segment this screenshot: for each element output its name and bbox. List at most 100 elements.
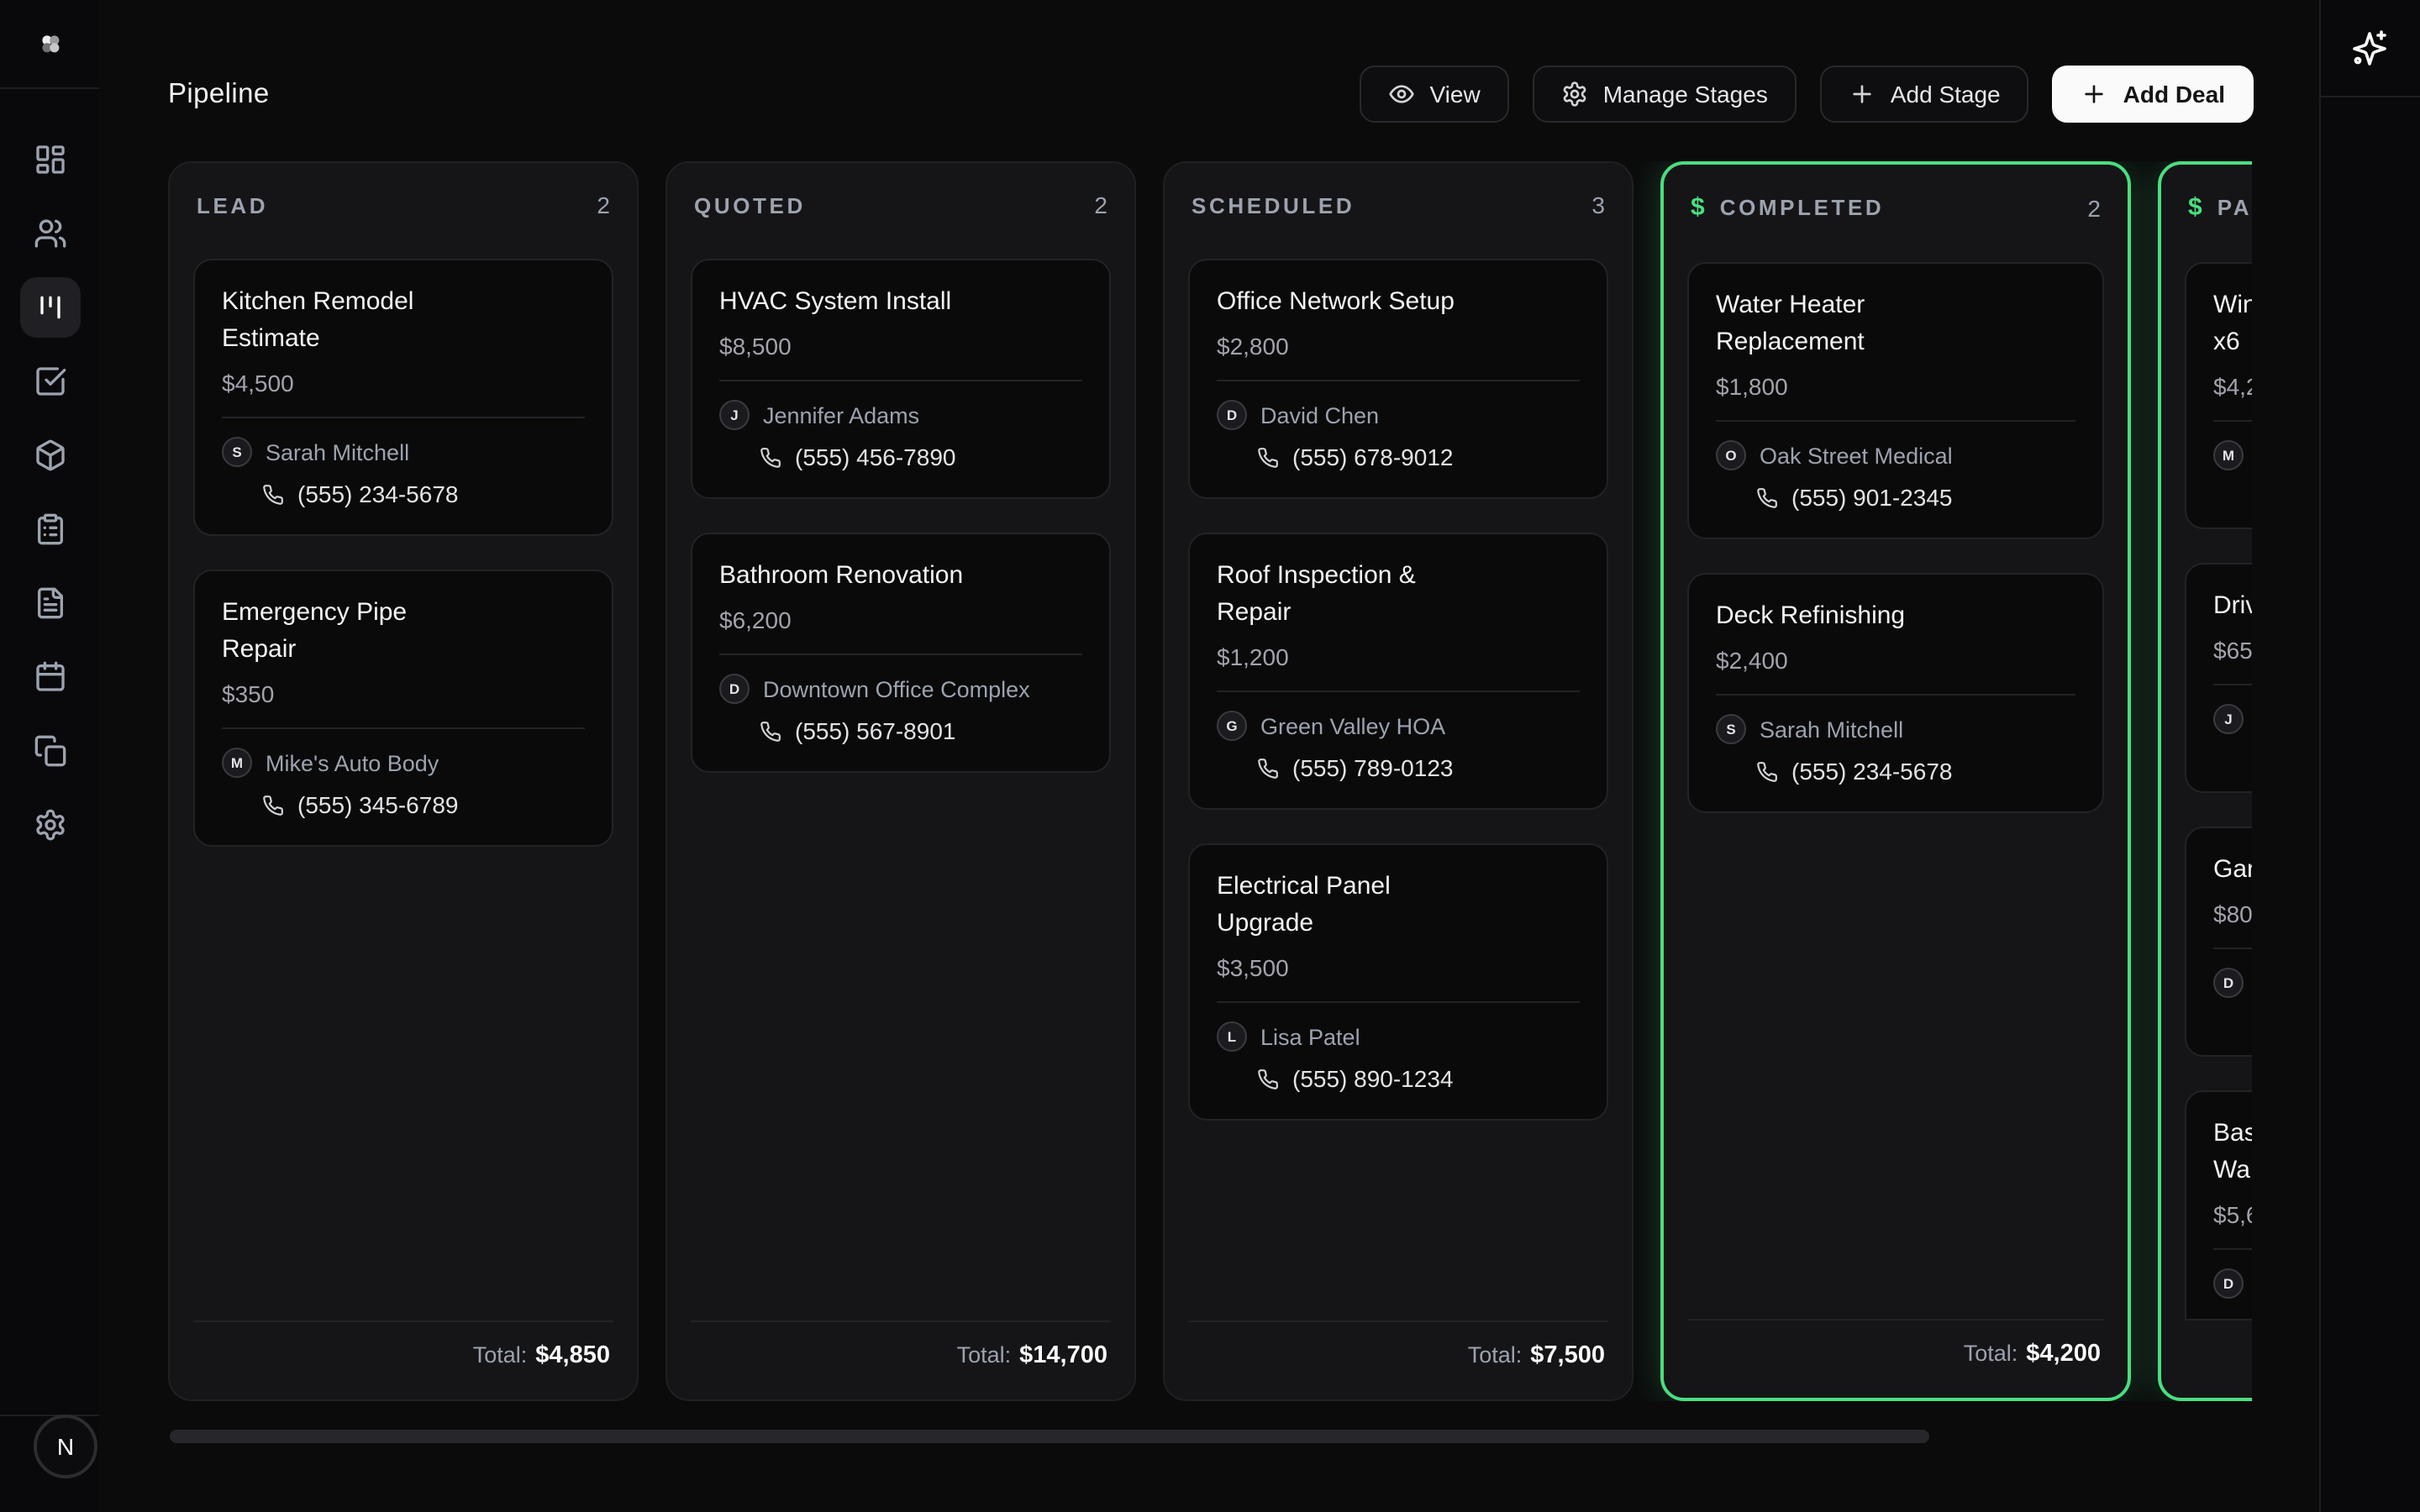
column-title: SCHEDULED xyxy=(1192,192,1355,218)
contact-name: David Chen xyxy=(1260,402,1379,428)
card-divider xyxy=(1217,380,1580,381)
add-deal-button[interactable]: Add Deal xyxy=(2053,66,2254,123)
app-window: N Pipeline View Manage Stages Add Stage xyxy=(0,0,2420,1512)
deal-card[interactable]: Office Network Setup$2,800DDavid Chen(55… xyxy=(1188,259,1608,499)
app-logo[interactable] xyxy=(0,15,99,72)
deal-card[interactable]: Electrical Panel Upgrade$3,500LLisa Pate… xyxy=(1188,843,1608,1121)
add-stage-button-label: Add Stage xyxy=(1891,81,2001,108)
contact-phone: (555) 345-6789 xyxy=(297,790,459,822)
deal-card[interactable]: Driv$65JJ xyxy=(2185,563,2252,793)
user-avatar[interactable]: N xyxy=(34,1415,97,1478)
contact-name: Oak Street Medical xyxy=(1760,443,1953,468)
column-cards: HVAC System Install$8,500JJennifer Adams… xyxy=(667,218,1134,1320)
deal-card[interactable]: Bathroom Renovation$6,200DDowntown Offic… xyxy=(691,533,1111,773)
sidebar-item-settings[interactable] xyxy=(19,795,80,855)
deal-card[interactable]: HVAC System Install$8,500JJennifer Adams… xyxy=(691,259,1111,499)
clipboard-list-icon xyxy=(33,512,66,546)
sidebar-item-documents[interactable] xyxy=(19,573,80,633)
contact-row: DD xyxy=(2213,1268,2252,1299)
column-header: LEAD2 xyxy=(170,163,637,218)
deal-card[interactable]: Gar$80DD xyxy=(2185,827,2252,1057)
deal-card[interactable]: Deck Refinishing$2,400SSarah Mitchell(55… xyxy=(1687,573,2104,813)
contact-row: DDowntown Office Complex xyxy=(719,674,1082,704)
contact-row: DD xyxy=(2213,968,2252,998)
plus-icon xyxy=(1849,81,1876,108)
deal-card[interactable]: Water Heater Replacement$1,800OOak Stree… xyxy=(1687,262,2104,539)
left-sidebar: N xyxy=(0,0,101,1512)
deal-price: $1,200 xyxy=(1217,642,1580,672)
sidebar-nav xyxy=(0,129,99,855)
package-icon xyxy=(33,438,66,472)
contact-avatar: J xyxy=(719,400,750,430)
contact-phone: (555) 567-8901 xyxy=(795,716,956,748)
sidebar-item-pipeline[interactable] xyxy=(19,277,80,338)
phone-row: (555) 234-5678 xyxy=(222,479,585,511)
column-title: COMPLETED xyxy=(1720,195,1885,220)
right-rail-divider xyxy=(2321,96,2420,97)
add-deal-button-label: Add Deal xyxy=(2123,81,2225,108)
phone-row: (555) 345-6789 xyxy=(222,790,585,822)
sidebar-item-customers[interactable] xyxy=(19,203,80,264)
card-divider xyxy=(222,417,585,418)
card-divider xyxy=(2213,420,2252,422)
gear-icon xyxy=(1561,81,1588,108)
column-total: Total:$14,700 xyxy=(691,1320,1111,1399)
copy-icon xyxy=(33,734,66,768)
file-text-icon xyxy=(33,586,66,620)
view-button[interactable]: View xyxy=(1360,66,1509,123)
sparkles-icon xyxy=(2349,29,2390,69)
deal-card[interactable]: Roof Inspection & Repair$1,200GGreen Val… xyxy=(1188,533,1608,810)
phone-icon xyxy=(760,447,781,469)
column-cards: Office Network Setup$2,800DDavid Chen(55… xyxy=(1165,218,1632,1320)
sidebar-item-calendar[interactable] xyxy=(19,647,80,707)
horizontal-scrollbar-thumb[interactable] xyxy=(170,1430,1929,1443)
contact-row: GGreen Valley HOA xyxy=(1217,711,1580,741)
phone-row: (555) 901-2345 xyxy=(1716,482,2075,514)
phone-row: (555) 678-9012 xyxy=(1217,442,1580,474)
plus-icon xyxy=(2081,81,2108,108)
manage-stages-button[interactable]: Manage Stages xyxy=(1533,66,1797,123)
deal-card[interactable]: Win x6$4,2MN xyxy=(2185,262,2252,529)
header-actions: View Manage Stages Add Stage Add Deal xyxy=(1360,66,2254,123)
sidebar-item-inventory[interactable] xyxy=(19,425,80,486)
column-title: PA xyxy=(2217,195,2252,220)
deal-title: Water Heater Replacement xyxy=(1716,287,2075,361)
deal-price: $1,800 xyxy=(1716,371,2075,402)
contact-name: Downtown Office Complex xyxy=(763,676,1030,701)
deal-price: $6,200 xyxy=(719,605,1082,635)
card-divider xyxy=(1716,420,2075,422)
deal-title: Bas Wa xyxy=(2213,1116,2252,1189)
column-cards: Water Heater Replacement$1,800OOak Stree… xyxy=(1664,222,2128,1319)
sidebar-item-dashboard[interactable] xyxy=(19,129,80,190)
deal-price: $4,500 xyxy=(222,368,585,398)
sidebar-item-templates[interactable] xyxy=(19,721,80,781)
contact-row: MN xyxy=(2213,440,2252,470)
total-label: Total: xyxy=(1964,1341,2018,1366)
deal-card[interactable]: Emergency Pipe Repair$350MMike's Auto Bo… xyxy=(193,570,613,847)
deal-price: $2,400 xyxy=(1716,645,2075,675)
card-divider xyxy=(1217,690,1580,692)
sidebar-item-work-orders[interactable] xyxy=(19,499,80,559)
deal-card[interactable]: Bas Wa$5,6DD xyxy=(2185,1090,2252,1319)
ai-assistant-button[interactable] xyxy=(2349,29,2390,69)
contact-name: Sarah Mitchell xyxy=(1760,717,1903,742)
deal-card[interactable]: Kitchen Remodel Estimate$4,500SSarah Mit… xyxy=(193,259,613,536)
phone-icon xyxy=(1756,487,1778,509)
total-value: $4,200 xyxy=(2026,1341,2101,1368)
column-quoted: QUOTED2HVAC System Install$8,500JJennife… xyxy=(666,161,1136,1401)
phone-icon xyxy=(262,484,284,506)
sidebar-item-tasks[interactable] xyxy=(19,351,80,412)
column-header: $COMPLETED2 xyxy=(1664,165,2128,222)
eye-icon xyxy=(1388,81,1415,108)
phone-row: (555) 789-0123 xyxy=(1217,753,1580,785)
add-stage-button[interactable]: Add Stage xyxy=(1820,66,2029,123)
deal-price: $3,500 xyxy=(1217,953,1580,983)
column-total: Total:$4,850 xyxy=(193,1320,613,1399)
card-divider xyxy=(2213,684,2252,685)
contact-avatar: D xyxy=(2213,1268,2244,1299)
kanban-icon xyxy=(33,291,66,324)
deal-price: $350 xyxy=(222,679,585,709)
column-count: 2 xyxy=(2087,194,2101,221)
column-scheduled: SCHEDULED3Office Network Setup$2,800DDav… xyxy=(1163,161,1634,1401)
contact-avatar: J xyxy=(2213,704,2244,734)
